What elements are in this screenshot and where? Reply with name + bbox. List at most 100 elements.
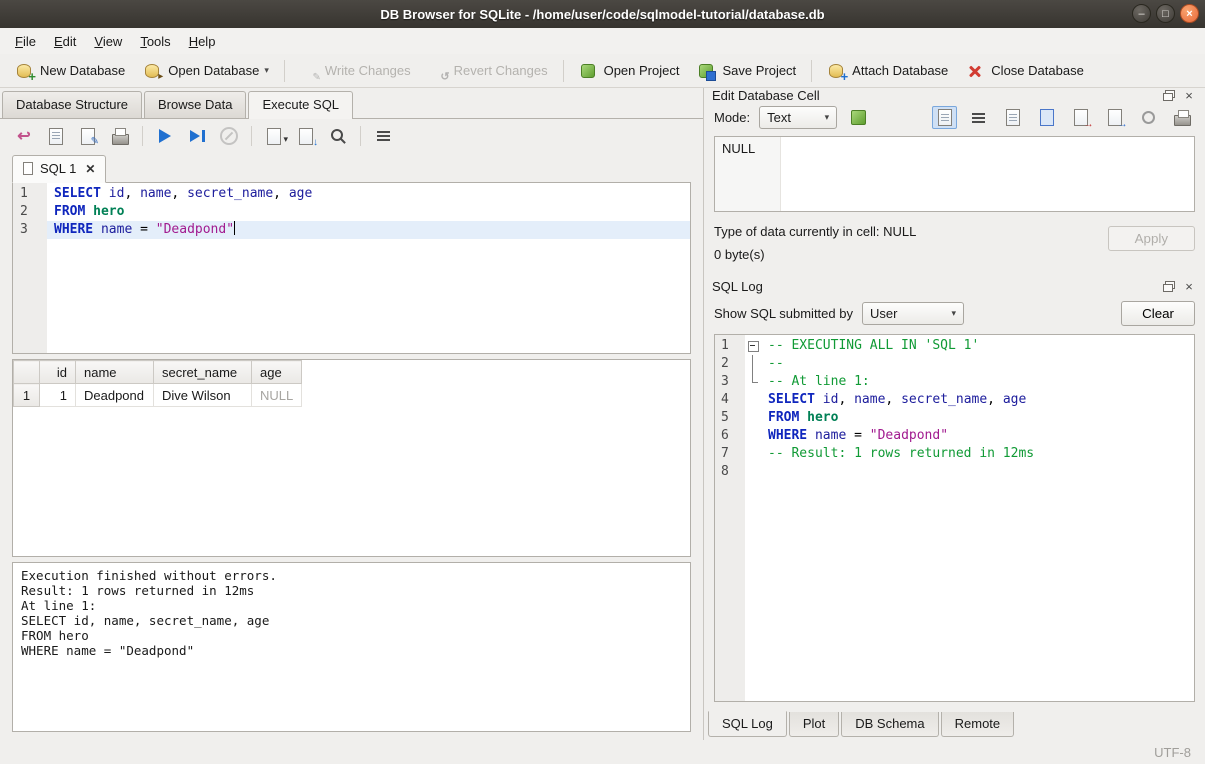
toolbar-separator — [142, 126, 143, 146]
cell-value-editor[interactable]: NULL — [714, 136, 1195, 212]
submitter-select[interactable]: User ▾ — [862, 302, 964, 325]
close-dock-icon[interactable]: × — [1181, 279, 1197, 293]
set-null-icon-button[interactable] — [1136, 106, 1161, 129]
column-header-secret-name[interactable]: secret_name — [154, 361, 252, 384]
row-number[interactable]: 1 — [14, 384, 40, 407]
print-icon[interactable] — [110, 126, 130, 146]
float-dock-icon[interactable] — [1161, 89, 1177, 103]
line-number: 3 — [13, 221, 47, 239]
save-project-button[interactable]: Save Project — [688, 57, 805, 85]
save-sql-as-icon[interactable] — [78, 126, 98, 146]
execute-sql-panel: SQL 1 ✕ 1SELECT id, name, secret_name, a… — [0, 118, 703, 740]
column-header-name[interactable]: name — [76, 361, 154, 384]
fold-marker-icon[interactable] — [745, 337, 761, 355]
close-dock-icon[interactable]: × — [1181, 89, 1197, 103]
new-database-button[interactable]: New Database — [6, 57, 134, 85]
close-button[interactable]: × — [1180, 4, 1199, 23]
open-database-icon — [143, 62, 161, 80]
code-token: -- — [768, 356, 784, 371]
encoding-indicator[interactable]: UTF-8 — [1154, 745, 1191, 760]
tab-database-structure[interactable]: Database Structure — [2, 91, 142, 118]
sql-tab[interactable]: SQL 1 ✕ — [12, 155, 106, 183]
write-changes-icon — [300, 62, 318, 80]
edit-cell-header: Edit Database Cell × — [704, 88, 1205, 103]
cell[interactable]: NULL — [252, 384, 302, 407]
cell-value-text: NULL — [715, 137, 781, 211]
clear-log-button[interactable]: Clear — [1121, 301, 1195, 326]
bottom-tab-plot[interactable]: Plot — [789, 712, 839, 737]
attach-database-button[interactable]: Attach Database — [818, 57, 957, 85]
maximize-button[interactable]: □ — [1156, 4, 1175, 23]
code-token: name — [140, 186, 171, 201]
cell[interactable]: Deadpond — [76, 384, 154, 407]
print-cell-icon-button[interactable] — [1170, 106, 1195, 129]
line-number: 1 — [13, 185, 47, 203]
toolbar-button-label: New Database — [40, 63, 125, 78]
word-wrap-icon[interactable] — [373, 126, 393, 146]
cell-info: Type of data currently in cell: NULL 0 b… — [704, 222, 1205, 268]
open-external-icon-button[interactable] — [1000, 106, 1025, 129]
menu-item-tools[interactable]: Tools — [131, 30, 179, 53]
copy-cell-icon-button[interactable] — [1034, 106, 1059, 129]
menu-item-view[interactable]: View — [85, 30, 131, 53]
code-token: -- EXECUTING ALL IN 'SQL 1' — [768, 338, 979, 353]
mode-select[interactable]: Text ▾ — [759, 106, 837, 129]
fold-gutter — [745, 391, 761, 409]
cell[interactable]: Dive Wilson — [154, 384, 252, 407]
configure-mode-icon — [849, 108, 869, 128]
column-header-age[interactable]: age — [252, 361, 302, 384]
sql-editor[interactable]: 1SELECT id, name, secret_name, age2FROM … — [12, 182, 691, 354]
toolbar-button-label: Revert Changes — [454, 63, 548, 78]
tab-browse-data[interactable]: Browse Data — [144, 91, 246, 118]
fold-marker-icon[interactable] — [745, 355, 761, 373]
close-tab-icon[interactable]: ✕ — [85, 162, 95, 176]
bottom-tab-db-schema[interactable]: DB Schema — [841, 712, 938, 737]
code-text: SELECT id, name, secret_name, age — [761, 391, 1194, 409]
code-token: -- At line 1: — [768, 374, 870, 389]
dropdown-chevron-icon[interactable]: ▾ — [264, 65, 269, 76]
column-header-id[interactable]: id — [40, 361, 76, 384]
line-number: 3 — [715, 373, 745, 391]
export-results-icon[interactable] — [264, 126, 284, 146]
cell[interactable]: 1 — [40, 384, 76, 407]
find-replace-icon[interactable] — [328, 126, 348, 146]
sql-log-title: SQL Log — [712, 279, 1157, 294]
revert-changes-icon — [429, 62, 447, 80]
code-line: 6WHERE name = "Deadpond" — [715, 427, 1194, 445]
execute-all-icon[interactable] — [155, 126, 175, 146]
tab-execute-sql[interactable]: Execute SQL — [248, 91, 353, 119]
fold-gutter — [745, 409, 761, 427]
toolbar-button-label: Open Database — [168, 63, 259, 78]
word-wrap-cell-icon-button[interactable] — [966, 106, 991, 129]
table-row: 11DeadpondDive WilsonNULL — [14, 384, 302, 407]
menu-item-edit[interactable]: Edit — [45, 30, 85, 53]
apply-button[interactable]: Apply — [1108, 226, 1195, 251]
sql-log-view[interactable]: 1-- EXECUTING ALL IN 'SQL 1'2--3-- At li… — [714, 334, 1195, 702]
cell-value-body[interactable] — [781, 137, 1194, 211]
close-database-button[interactable]: Close Database — [957, 57, 1093, 85]
float-dock-icon[interactable] — [1161, 279, 1177, 293]
open-project-button[interactable]: Open Project — [570, 57, 689, 85]
import-cell-icon-button[interactable] — [1068, 106, 1093, 129]
execute-current-line-icon[interactable] — [187, 126, 207, 146]
open-sql-file-icon[interactable] — [14, 126, 34, 146]
minimize-button[interactable]: – — [1132, 4, 1151, 23]
text-mode-icon-button[interactable] — [932, 106, 957, 129]
execution-message-text: Execution finished without errors. Resul… — [21, 568, 682, 658]
save-sql-file-icon[interactable] — [46, 126, 66, 146]
menubar: FileEditViewToolsHelp — [0, 28, 1205, 54]
code-token — [807, 428, 815, 443]
save-results-icon[interactable] — [296, 126, 316, 146]
export-cell-icon-button[interactable] — [1102, 106, 1127, 129]
sql-editor-toolbar — [0, 119, 703, 153]
code-token — [101, 186, 109, 201]
bottom-tab-remote[interactable]: Remote — [941, 712, 1015, 737]
configure-mode-icon[interactable] — [846, 106, 871, 129]
menu-item-file[interactable]: File — [6, 30, 45, 53]
menu-item-help[interactable]: Help — [180, 30, 225, 53]
fold-marker-icon[interactable] — [745, 373, 761, 391]
open-database-button[interactable]: Open Database ▾ — [134, 57, 278, 85]
bottom-tab-bar: SQL LogPlotDB SchemaRemote — [704, 712, 1205, 740]
bottom-tab-sql-log[interactable]: SQL Log — [708, 711, 787, 737]
mode-value: Text — [767, 110, 791, 125]
